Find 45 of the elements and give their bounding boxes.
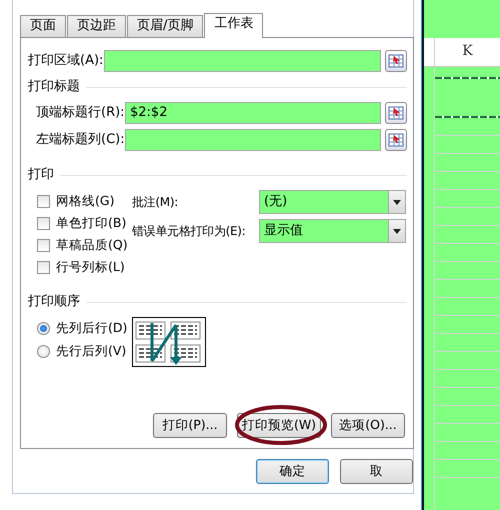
section-heading: 打印标题 [28,78,80,96]
range-select-icon [388,52,404,68]
page-break-line [435,77,500,79]
page-break-line [435,116,500,118]
section-heading: 打印 [28,166,54,184]
dropdown[interactable]: 显示值 [259,219,406,243]
button[interactable]: 选项(O)... [331,413,405,438]
input-field[interactable] [125,128,381,150]
checkbox[interactable] [37,261,50,274]
column-header[interactable]: K [435,38,500,66]
dropdown-arrow-icon [393,228,401,234]
tab[interactable]: 工作表 [204,13,264,38]
input-field[interactable] [104,50,381,72]
radio-label: 先列后行(D) [56,318,128,337]
radio-label: 先行后列(V) [56,342,126,360]
field-label: 左端标题列(C): [36,130,125,149]
tab[interactable]: 页边距 [67,15,126,37]
field-label: 打印区域(A): [28,52,104,70]
checkbox-label: 网格线(G) [56,192,114,210]
checkbox[interactable] [37,239,50,252]
button[interactable]: 打印(P)... [153,413,227,438]
input-field[interactable]: $2:$2 [125,102,381,124]
field-label: 批注(M): [132,194,179,211]
range-select-icon [388,132,404,148]
checkbox-label: 行号列标(L) [56,258,125,276]
range-select-icon [388,104,404,120]
dropdown[interactable]: (无) [259,190,406,214]
checkbox[interactable] [37,217,50,230]
button[interactable]: 确定 [256,459,329,484]
dropdown-arrow-icon [393,200,401,204]
checkbox-label: 单色打印(B) [56,214,126,232]
radio-button[interactable] [37,322,50,334]
range-select-button[interactable] [385,50,407,72]
button[interactable]: 打印预览(W) [237,413,321,438]
range-select-button[interactable] [385,128,407,150]
button[interactable]: 取 [340,459,413,484]
checkbox-label: 草稿品质(Q) [56,236,128,254]
checkbox[interactable] [37,195,50,208]
tab[interactable]: 页眉/页脚 [127,15,204,37]
radio-button[interactable] [37,344,50,358]
field-label: 顶端标题行(R): [36,104,125,122]
range-select-button[interactable] [385,102,407,124]
tab[interactable]: 页面 [20,15,66,37]
section-heading: 打印顺序 [28,293,80,312]
field-label: 错误单元格打印为(E): [132,223,246,240]
